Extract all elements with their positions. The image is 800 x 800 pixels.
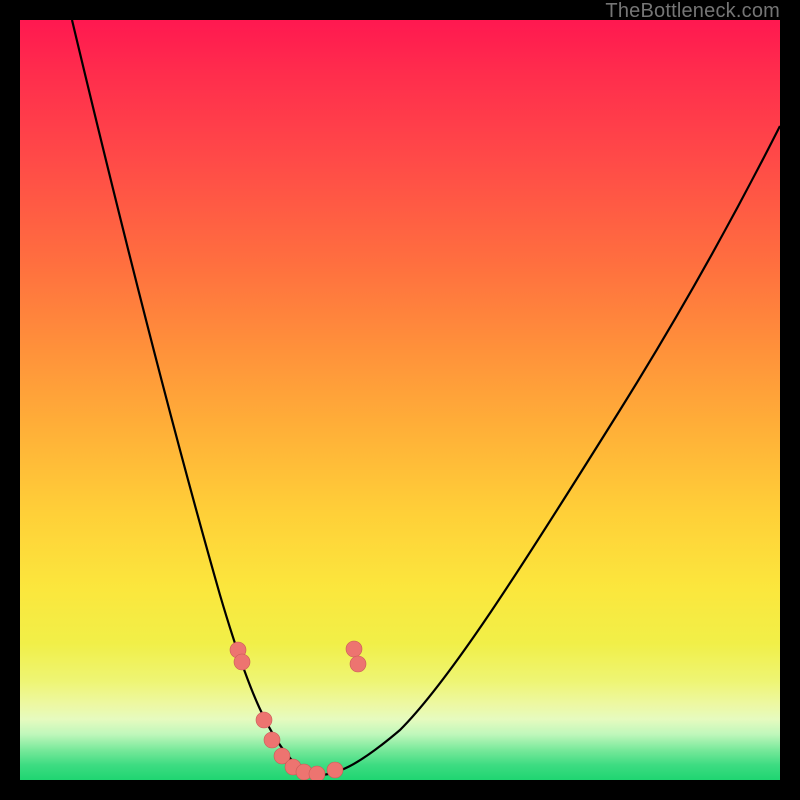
marker-dot bbox=[309, 766, 325, 780]
chart-plot-area bbox=[20, 20, 780, 780]
watermark-text: TheBottleneck.com bbox=[605, 0, 780, 23]
marker-dot bbox=[350, 656, 366, 672]
marker-dot bbox=[256, 712, 272, 728]
chart-frame: TheBottleneck.com bbox=[0, 0, 800, 800]
bottleneck-curve bbox=[72, 20, 780, 775]
marker-group bbox=[230, 641, 366, 780]
marker-dot bbox=[327, 762, 343, 778]
chart-svg bbox=[20, 20, 780, 780]
marker-dot bbox=[264, 732, 280, 748]
marker-dot bbox=[346, 641, 362, 657]
marker-dot bbox=[234, 654, 250, 670]
